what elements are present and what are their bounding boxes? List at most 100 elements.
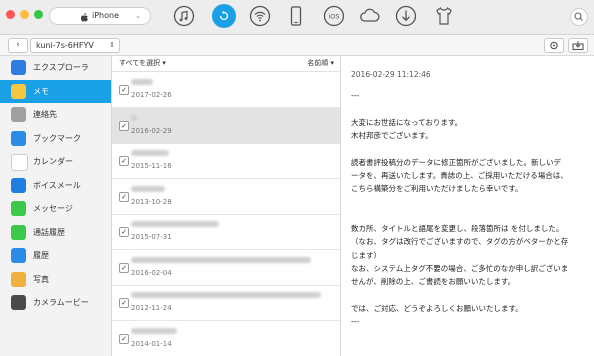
blurred-memo-title	[131, 150, 169, 156]
call-history-icon	[11, 224, 26, 240]
blurred-memo-title	[131, 327, 177, 334]
phone-icon[interactable]	[284, 4, 308, 28]
wifi-icon[interactable]	[248, 4, 272, 28]
memo-datetime: 2016-02-29 11:12:46	[351, 70, 431, 79]
sidebar-item-label: 連絡先	[33, 110, 57, 119]
memo-body-line: じます）	[351, 250, 381, 260]
calendar-icon	[11, 154, 28, 171]
list-item[interactable]: ✓ 2015-07-31	[112, 214, 340, 250]
settings-button[interactable]	[544, 38, 564, 53]
row-checkbox[interactable]: ✓	[119, 298, 129, 308]
memo-body-line: 読者書評投稿分のデータに修正箇所がございました。新しいデ	[351, 157, 561, 167]
chevron-down-icon: ⌄	[135, 12, 141, 20]
tshirt-icon[interactable]	[432, 4, 456, 28]
list-item[interactable]: ✓ 2016-02-29	[112, 107, 340, 144]
messages-icon	[11, 201, 26, 216]
memo-body-line: 数カ所、タイトルと語尾を変更し、段落箇所は を付しました。	[351, 224, 564, 233]
sidebar-item-label: 履歴	[33, 251, 49, 260]
select-all-dropdown[interactable]: すべてを選択 ▾	[119, 56, 166, 71]
search-button[interactable]	[570, 8, 588, 26]
sidebar-item[interactable]: メッセージ	[0, 197, 111, 220]
list-item[interactable]: ✓ 2012-11-24	[112, 285, 340, 321]
row-checkbox[interactable]: ✓	[119, 262, 129, 273]
recovery-icon[interactable]	[212, 4, 236, 28]
row-checkbox[interactable]: ✓	[119, 156, 129, 166]
sub-toolbar: ‹ kuni-7s-6HFYV ⇕	[0, 35, 594, 56]
sidebar-item-label: メッセージ	[33, 204, 73, 213]
list-header: すべてを選択 ▾ 名前順 ▾	[112, 56, 340, 72]
sidebar-item[interactable]: カレンダー	[0, 150, 111, 173]
blurred-memo-title	[131, 292, 321, 298]
memo-body-line: 大変にお世話になっております。	[351, 117, 463, 127]
sidebar-item-label: 通話履歴	[33, 227, 65, 237]
photos-icon	[11, 271, 26, 287]
sidebar-item-label: メモ	[33, 86, 49, 96]
sort-dropdown[interactable]: 名前順 ▾	[307, 56, 334, 71]
row-checkbox[interactable]: ✓	[119, 191, 129, 202]
sidebar-item-label: カレンダー	[33, 157, 73, 166]
row-checkbox[interactable]: ✓	[119, 333, 129, 344]
list-item[interactable]: ✓ 2015-11-16	[112, 143, 340, 179]
device-name: iPhone	[92, 11, 120, 20]
sidebar-item[interactable]: ボイスメール	[0, 174, 111, 197]
sidebar: エクスプローラ メモ連絡先ブックマーク カレンダーボイスメール メッセージ通話履歴履歴…	[0, 56, 112, 356]
list-item[interactable]: ✓ 2014-01-14	[112, 321, 340, 356]
sidebar-item[interactable]: 連絡先	[0, 103, 111, 126]
search-icon	[574, 12, 583, 21]
row-checkbox[interactable]: ✓	[119, 85, 129, 95]
memo-body-line: ---	[351, 317, 360, 327]
memo-date: 2016-02-29	[131, 126, 172, 135]
export-button[interactable]	[568, 38, 588, 53]
folder-selector[interactable]: kuni-7s-6HFYV ⇕	[30, 38, 120, 53]
sidebar-item-label: ボイスメール	[33, 180, 81, 190]
bookmark-icon	[11, 130, 26, 146]
memo-date: 2014-01-14	[131, 339, 172, 348]
memo-body-line: 木村邦彦でございます。	[351, 130, 433, 140]
folder-name: kuni-7s-6HFYV	[36, 41, 94, 50]
sidebar-item-label: 写真	[33, 274, 49, 284]
memo-date: 2015-07-31	[131, 233, 172, 241]
explorer-icon	[11, 60, 26, 75]
blurred-memo-title	[131, 79, 153, 85]
ios-icon[interactable]: iOS	[322, 4, 346, 28]
memo-body-line: せんが、削除の上、ご書読をお願いいたします。	[351, 277, 516, 287]
notes-icon	[11, 83, 26, 99]
memo-body-line: こちら構築分をご利用いただけましたら幸いです。	[351, 184, 523, 194]
memo-body-line: なお、システム上タグ不要の場合、ご多忙のなか申し訳ございま	[351, 263, 569, 273]
memo-body-line: （なお、タグは改行でございますので、タグの方がベターかと存	[351, 237, 569, 247]
memo-body-line: では、ご対応、どうぞよろしくお願いいたします。	[351, 303, 523, 313]
device-selector[interactable]: iPhone ⌄	[49, 7, 151, 25]
cloud-icon[interactable]	[358, 4, 382, 28]
sidebar-item[interactable]: エクスプローラ	[0, 56, 111, 79]
sidebar-item[interactable]: メモ	[0, 79, 111, 103]
list-item[interactable]: ✓ 2017-02-26	[112, 72, 340, 108]
row-checkbox[interactable]: ✓	[119, 227, 129, 237]
memo-date: 2015-11-16	[131, 162, 172, 170]
memo-date: 2013-10-28	[131, 197, 172, 206]
close-window-button[interactable]	[6, 10, 15, 19]
camera-movie-icon	[11, 295, 26, 310]
sidebar-item[interactable]: 写真	[0, 268, 111, 291]
list-item[interactable]: ✓ 2016-02-04	[112, 250, 340, 286]
download-icon[interactable]	[394, 4, 418, 28]
sidebar-item[interactable]: 通話履歴	[0, 221, 111, 244]
row-checkbox[interactable]: ✓	[119, 120, 129, 131]
memo-detail: 2016-02-29 11:12:46 --- 大変にお世話になっております。 木村…	[341, 56, 594, 356]
sidebar-item-label: エクスプローラ	[33, 63, 89, 72]
back-button[interactable]: ‹	[8, 38, 28, 53]
memo-list: すべてを選択 ▾ 名前順 ▾ ✓ 2017-02-26 ✓ 2016-02-29 ✓ 20…	[112, 56, 341, 356]
voicemail-icon	[11, 177, 26, 193]
gear-icon	[550, 41, 558, 50]
zoom-window-button[interactable]	[34, 10, 43, 19]
music-icon[interactable]	[172, 4, 196, 28]
chevron-updown-icon: ⇕	[109, 41, 115, 49]
sidebar-item[interactable]: カメラムービー	[0, 291, 111, 314]
contacts-icon	[11, 107, 26, 122]
sidebar-item[interactable]: 履歴	[0, 244, 111, 267]
sidebar-item-label: ブックマーク	[33, 133, 81, 143]
list-item[interactable]: ✓ 2013-10-28	[112, 179, 340, 215]
blurred-memo-title	[131, 185, 165, 192]
chevron-left-icon: ‹	[16, 40, 20, 50]
minimize-window-button[interactable]	[20, 10, 29, 19]
sidebar-item[interactable]: ブックマーク	[0, 127, 111, 150]
